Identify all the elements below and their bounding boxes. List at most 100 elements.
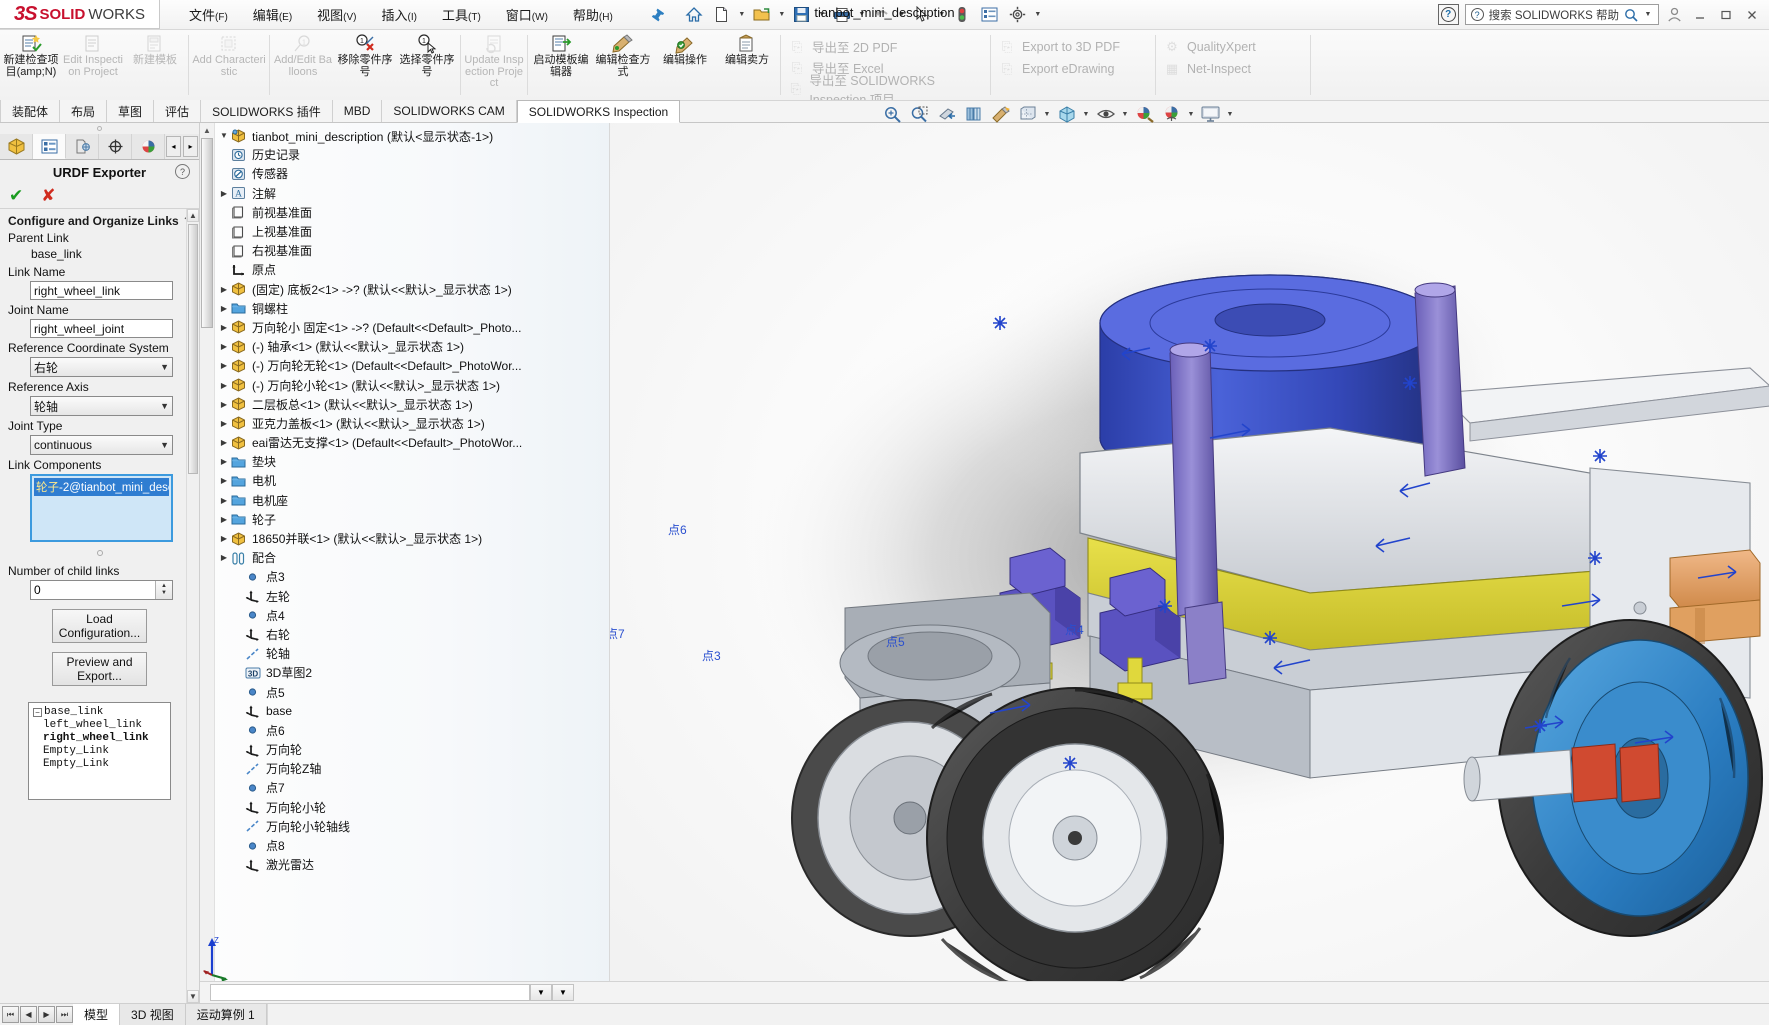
settings-gear-icon[interactable] <box>1005 3 1031 27</box>
status-dropdown-2-icon[interactable]: ▼ <box>552 984 574 1001</box>
add-characteristic-button[interactable]: Add Characteristic <box>191 31 267 99</box>
menu-insert[interactable]: 插入(I) <box>381 3 418 26</box>
feature-tree-item[interactable]: 点8 <box>215 836 609 855</box>
property-manager-scrollbar[interactable]: ▲ ▼ <box>186 209 199 1003</box>
section-view-icon[interactable] <box>934 102 959 126</box>
feature-tree-item[interactable]: ▶ eai雷达无支撑<1> (Default<<Default>_PhotoWor… <box>215 433 609 452</box>
new-inspection-project-button[interactable]: 新建检查项目(amp;N) <box>0 31 62 99</box>
property-manager-tab[interactable] <box>33 134 66 159</box>
user-account-icon[interactable] <box>1663 4 1685 26</box>
tab-mbd[interactable]: MBD <box>332 100 383 122</box>
feature-tree-scrollbar[interactable]: ▲ ▼ <box>200 123 215 1003</box>
expand-arrow-icon[interactable]: ▶ <box>217 438 231 447</box>
export-inspection-project-item[interactable]: ⎘ 导出至 SOLIDWORKS Inspection 项目 <box>789 74 988 100</box>
help-search-box[interactable]: ? 搜索 SOLIDWORKS 帮助 ▼ <box>1464 4 1659 25</box>
select-dropdown-icon[interactable]: ▼ <box>937 11 947 18</box>
expand-arrow-icon[interactable]: ▶ <box>217 553 231 562</box>
nav-prev-icon[interactable]: ◀ <box>20 1006 37 1023</box>
tab-solidworks-inspection[interactable]: SOLIDWORKS Inspection <box>516 100 681 123</box>
feature-tree-item[interactable]: 传感器 <box>215 164 609 183</box>
bottom-tab-motion-study[interactable]: 运动算例 1 <box>185 1004 267 1025</box>
expand-arrow-icon[interactable]: ▶ <box>217 342 231 351</box>
search-icon[interactable] <box>1624 8 1638 22</box>
apply-scene-icon[interactable] <box>1132 102 1157 126</box>
open-folder-icon[interactable] <box>749 3 775 27</box>
undo-icon[interactable] <box>869 3 895 27</box>
menu-file[interactable]: 文件(F) <box>188 3 229 26</box>
preview-and-export-button[interactable]: Preview and Export... <box>52 652 147 686</box>
save-dropdown-icon[interactable]: ▼ <box>817 11 827 18</box>
joint-name-input[interactable]: right_wheel_joint <box>30 319 173 338</box>
link-components-listbox[interactable]: 轮子-2@tianbot_mini_descrip <box>30 474 173 542</box>
listbox-resize-handle[interactable] <box>8 543 191 561</box>
expand-arrow-icon[interactable]: ▶ <box>217 361 231 370</box>
tree-row-right-wheel-link[interactable]: right_wheel_link <box>33 732 166 745</box>
accept-button[interactable]: ✔ <box>9 186 23 206</box>
menu-tools[interactable]: 工具(T) <box>441 3 482 26</box>
joint-type-select[interactable]: continuous ▼ <box>30 435 173 455</box>
scroll-up-icon[interactable]: ▲ <box>187 209 199 222</box>
view-settings-dropdown-icon[interactable]: ▼ <box>1120 111 1130 118</box>
add-edit-balloons-button[interactable]: 1 Add/Edit Balloons <box>272 31 334 99</box>
feature-tree-item[interactable]: ▶ (固定) 底板2<1> ->? (默认<<默认>_显示状态 1>) <box>215 280 609 299</box>
list-item[interactable]: 轮子-2@tianbot_mini_descrip <box>34 478 169 496</box>
net-inspect-item[interactable]: ▦ Net-Inspect <box>1164 58 1308 80</box>
scene-dropdown-icon[interactable]: ▼ <box>1186 111 1196 118</box>
feature-tree-item[interactable]: 万向轮小轮 <box>215 798 609 817</box>
expand-arrow-icon[interactable]: ▶ <box>217 189 231 198</box>
feature-tree-item[interactable]: ▶ (-) 万向轮小轮<1> (默认<<默认>_显示状态 1>) <box>215 375 609 394</box>
feature-tree-item[interactable]: ▶ 18650并联<1> (默认<<默认>_显示状态 1>) <box>215 529 609 548</box>
cancel-button[interactable]: ✘ <box>41 186 55 206</box>
print-dropdown-icon[interactable]: ▼ <box>857 11 867 18</box>
pin-icon[interactable] <box>651 8 665 22</box>
minimize-icon[interactable] <box>1689 4 1711 26</box>
feature-tree-item[interactable]: 万向轮Z轴 <box>215 759 609 778</box>
feature-tree-item[interactable]: 点3 <box>215 567 609 586</box>
menu-edit[interactable]: 编辑(E) <box>252 3 293 26</box>
close-icon[interactable] <box>1741 4 1763 26</box>
nav-last-icon[interactable]: ⏭ <box>56 1006 73 1023</box>
edit-vendor-button[interactable]: 编辑卖方 <box>716 31 778 99</box>
configure-links-section-header[interactable]: Configure and Organize Links ⌃ <box>8 214 191 228</box>
feature-tree-item[interactable]: ▶ (-) 万向轮无轮<1> (Default<<Default>_PhotoWo… <box>215 356 609 375</box>
select-balloon-button[interactable]: 1 选择零件序号 <box>396 31 458 99</box>
feature-tree-item[interactable]: 万向轮小轮轴线 <box>215 817 609 836</box>
manager-tab-next[interactable]: ▸ <box>183 136 198 157</box>
feature-tree-item[interactable]: ▶ 二层板总<1> (默认<<默认>_显示状态 1>) <box>215 395 609 414</box>
reference-coordinate-system-select[interactable]: 右轮 ▼ <box>30 357 173 377</box>
export-3d-pdf-item[interactable]: ⎘ Export to 3D PDF <box>999 36 1153 58</box>
undo-dropdown-icon[interactable]: ▼ <box>897 11 907 18</box>
export-edrawing-item[interactable]: ⎘ Export eDrawing <box>999 58 1153 80</box>
feature-tree-item[interactable]: 原点 <box>215 260 609 279</box>
panel-grip-handle[interactable] <box>0 123 199 134</box>
feature-tree-item[interactable]: 右轮 <box>215 625 609 644</box>
new-document-dropdown-icon[interactable]: ▼ <box>737 11 747 18</box>
settings-dropdown-icon[interactable]: ▼ <box>1033 11 1043 18</box>
tab-solidworks-addins[interactable]: SOLIDWORKS 插件 <box>201 100 333 122</box>
bottom-tab-3d-views[interactable]: 3D 视图 <box>120 1004 186 1025</box>
expand-arrow-icon[interactable]: ▶ <box>217 515 231 524</box>
tree-row-empty-link-1[interactable]: Empty_Link <box>33 745 166 758</box>
help-search-dropdown-icon[interactable]: ▼ <box>1643 11 1653 18</box>
feature-tree-item[interactable]: base <box>215 702 609 721</box>
bottom-tab-model[interactable]: 模型 <box>73 1004 121 1025</box>
feature-tree-item[interactable]: ▶ 配合 <box>215 548 609 567</box>
expand-arrow-icon[interactable]: ▶ <box>217 457 231 466</box>
load-configuration-button[interactable]: Load Configuration... <box>52 609 147 643</box>
root-collapse-icon[interactable]: ▼ <box>217 131 231 140</box>
edit-operation-button[interactable]: 编辑操作 <box>654 31 716 99</box>
tree-row-base-link[interactable]: − base_link <box>33 706 166 719</box>
view-orientation-icon[interactable] <box>961 102 986 126</box>
export-2d-pdf-item[interactable]: ⎘ 导出至 2D PDF <box>789 36 988 57</box>
feature-tree-item[interactable]: 万向轮 <box>215 740 609 759</box>
feature-tree-item[interactable]: ▶ 垫块 <box>215 452 609 471</box>
status-input-field[interactable] <box>210 984 530 1001</box>
viewport-dropdown-icon[interactable]: ▼ <box>1225 111 1235 118</box>
number-of-child-links-stepper[interactable]: 0 ▲ ▼ <box>30 580 173 600</box>
expand-arrow-icon[interactable]: ▶ <box>217 285 231 294</box>
display-style-icon[interactable] <box>988 102 1013 126</box>
tab-solidworks-cam[interactable]: SOLIDWORKS CAM <box>382 100 517 122</box>
remove-balloon-button[interactable]: 1 移除零件序号 <box>334 31 396 99</box>
edit-inspection-project-button[interactable]: Edit Inspection Project <box>62 31 124 99</box>
expand-arrow-icon[interactable]: ▶ <box>217 323 231 332</box>
